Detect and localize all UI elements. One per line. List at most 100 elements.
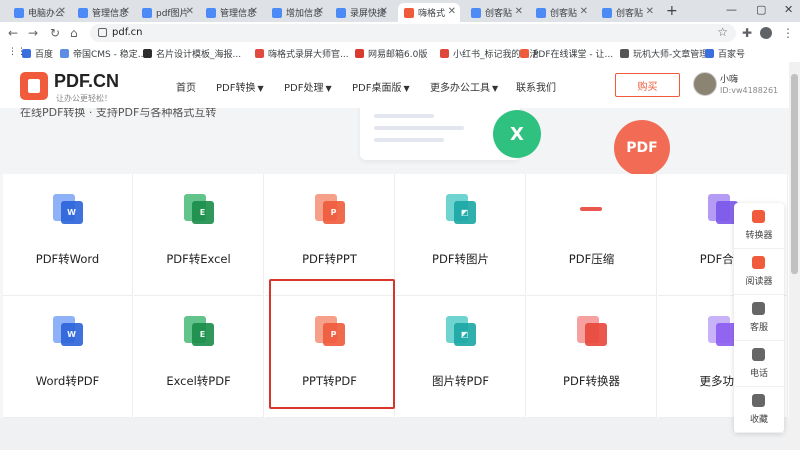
tool-card[interactable]: W PDF转Word [3, 174, 133, 296]
tool-card[interactable]: E PDF转Excel [134, 174, 264, 296]
tab-close-icon[interactable]: ✕ [186, 6, 194, 17]
tab-close-icon[interactable]: ✕ [380, 6, 388, 17]
tab-title: 嗨格式 [418, 9, 446, 19]
buy-button[interactable]: 购买 [615, 73, 680, 97]
menu-icon[interactable]: ⋮ [782, 26, 794, 40]
tool-glyph: P [322, 201, 345, 224]
extensions-icon[interactable]: ✚ [742, 26, 752, 40]
tab-close-icon[interactable]: ✕ [580, 6, 588, 17]
bookmark-favicon-icon [620, 49, 629, 58]
tool-glyph [579, 207, 602, 211]
tab-close-icon[interactable]: ✕ [448, 6, 456, 17]
reload-icon[interactable]: ↻ [50, 26, 60, 40]
tab-close-icon[interactable]: ✕ [58, 6, 66, 17]
browser-tab[interactable]: 创客贴 ✕ [596, 3, 658, 22]
merge-icon [707, 194, 738, 224]
avatar[interactable] [693, 72, 717, 96]
nav-label: PDF转换 [216, 83, 256, 94]
browser-tab[interactable]: 创客贴 ✕ [465, 3, 527, 22]
url-text: pdf.cn [112, 27, 143, 38]
browser-tab[interactable]: 管理信息 ✕ [72, 3, 134, 22]
excel-file-icon: E [183, 316, 214, 346]
bookmark-item[interactable]: 名片设计模板_海报... [143, 47, 241, 60]
bookmark-item[interactable]: PDF在线课堂 - 让... [520, 47, 613, 60]
address-bar[interactable]: pdf.cn ☆ [90, 24, 736, 42]
side-menu-label: 客服 [749, 323, 768, 333]
browser-tab[interactable]: 电脑办公 ✕ [8, 3, 70, 22]
nav-item[interactable]: PDF桌面版 ▼ [352, 79, 410, 94]
page-scrollbar[interactable] [789, 62, 800, 450]
browser-tab[interactable]: 嗨格式 ✕ [398, 3, 460, 22]
nav-label: PDF桌面版 [352, 83, 402, 94]
tool-card[interactable]: ◩ PDF转图片 [396, 174, 526, 296]
minimize-icon[interactable]: — [726, 3, 737, 16]
tool-label: PDF转Excel [166, 252, 231, 266]
side-menu-item[interactable]: 电话 [734, 341, 784, 387]
side-menu-item[interactable]: 客服 [734, 295, 784, 341]
nav-item[interactable]: 更多办公工具 ▼ [430, 79, 498, 94]
page-footer-area [0, 418, 789, 450]
image-file-icon: ◩ [445, 316, 476, 346]
tool-card[interactable]: E Excel转PDF [134, 296, 264, 418]
nav-item[interactable]: PDF转换 ▼ [216, 79, 264, 94]
excel-badge-icon: X [493, 110, 541, 158]
site-header: PDF.CN 让办公更轻松！ 首页 PDF转换 ▼ PDF处理 ▼ PDF桌面版 ▼ 更多办公… [0, 62, 800, 108]
bookmark-favicon-icon [22, 49, 31, 58]
bookmark-item[interactable]: 玩机大师-文章管理 [620, 47, 708, 60]
maximize-icon[interactable]: ▢ [756, 3, 766, 16]
bookmark-item[interactable]: 网易邮箱6.0版 [355, 47, 427, 60]
bookmark-item[interactable]: 帝国CMS - 稳定... [60, 47, 146, 60]
side-menu-item[interactable]: 阅读器 [734, 249, 784, 295]
tool-card[interactable]: ◩ 图片转PDF [396, 296, 526, 418]
tab-close-icon[interactable]: ✕ [515, 6, 523, 17]
tool-card[interactable]: W Word转PDF [3, 296, 133, 418]
back-icon[interactable]: ← [8, 26, 18, 40]
tool-label: Excel转PDF [166, 374, 231, 388]
bookmark-label: 名片设计模板_海报... [156, 50, 242, 60]
tool-card[interactable]: PDF压缩 [527, 174, 657, 296]
profile-icon[interactable] [760, 27, 772, 39]
tab-title: 创客贴 [550, 9, 578, 19]
bookmark-favicon-icon [60, 49, 69, 58]
tab-close-icon[interactable]: ✕ [122, 6, 130, 17]
tool-label: PDF压缩 [568, 252, 615, 266]
forward-icon[interactable]: → [28, 26, 38, 40]
scrollbar-thumb[interactable] [791, 74, 798, 274]
nav-item[interactable]: 联系我们 [516, 79, 556, 94]
tool-card[interactable]: PDF转换器 [527, 296, 657, 418]
bookmark-favicon-icon [143, 49, 152, 58]
side-menu-label: 转换器 [745, 231, 773, 241]
tool-card[interactable]: P PDF转PPT [265, 174, 395, 296]
chevron-down-icon: ▼ [492, 84, 499, 93]
side-menu-item[interactable]: 收藏 [734, 387, 784, 433]
user-name[interactable]: 小嗨 [720, 72, 738, 85]
user-id: ID:vw4188261 [720, 86, 779, 95]
bookmark-item[interactable]: 百度 [22, 47, 53, 60]
browser-tab[interactable]: pdf图片 ✕ [136, 3, 198, 22]
new-tab-button[interactable]: + [666, 3, 678, 19]
side-menu-item[interactable]: 转换器 [734, 203, 784, 249]
tool-label: PDF转Word [35, 252, 100, 266]
bookmark-label: 百度 [35, 50, 54, 60]
pdf-badge-icon: PDF [614, 120, 670, 174]
bookmark-item[interactable]: 百家号 [705, 47, 745, 60]
pdf-logo-icon[interactable] [20, 72, 48, 100]
tab-close-icon[interactable]: ✕ [250, 6, 258, 17]
browser-toolbar: ← → ↻ ⌂ pdf.cn ☆ ✚ ⋮ [0, 22, 800, 44]
logo-text[interactable]: PDF.CN [54, 71, 119, 92]
nav-item[interactable]: 首页 [176, 79, 196, 94]
bookmark-star-icon[interactable]: ☆ [717, 25, 728, 39]
nav-label: 更多办公工具 [430, 83, 490, 94]
home-icon[interactable]: ⌂ [70, 26, 78, 40]
selection-highlight [269, 279, 395, 409]
tool-label: PDF转PPT [302, 252, 357, 266]
nav-item[interactable]: PDF处理 ▼ [284, 79, 332, 94]
browser-tab[interactable]: 录屏快捷 ✕ [330, 3, 392, 22]
tab-close-icon[interactable]: ✕ [646, 6, 654, 17]
browser-tab[interactable]: 创客贴 ✕ [530, 3, 592, 22]
bookmark-item[interactable]: 嗨格式录屏大师官... [255, 47, 349, 60]
browser-tab[interactable]: 增加信息 ✕ [266, 3, 328, 22]
browser-tab[interactable]: 管理信息 ✕ [200, 3, 262, 22]
close-window-icon[interactable]: ✕ [784, 3, 793, 16]
tab-close-icon[interactable]: ✕ [316, 6, 324, 17]
